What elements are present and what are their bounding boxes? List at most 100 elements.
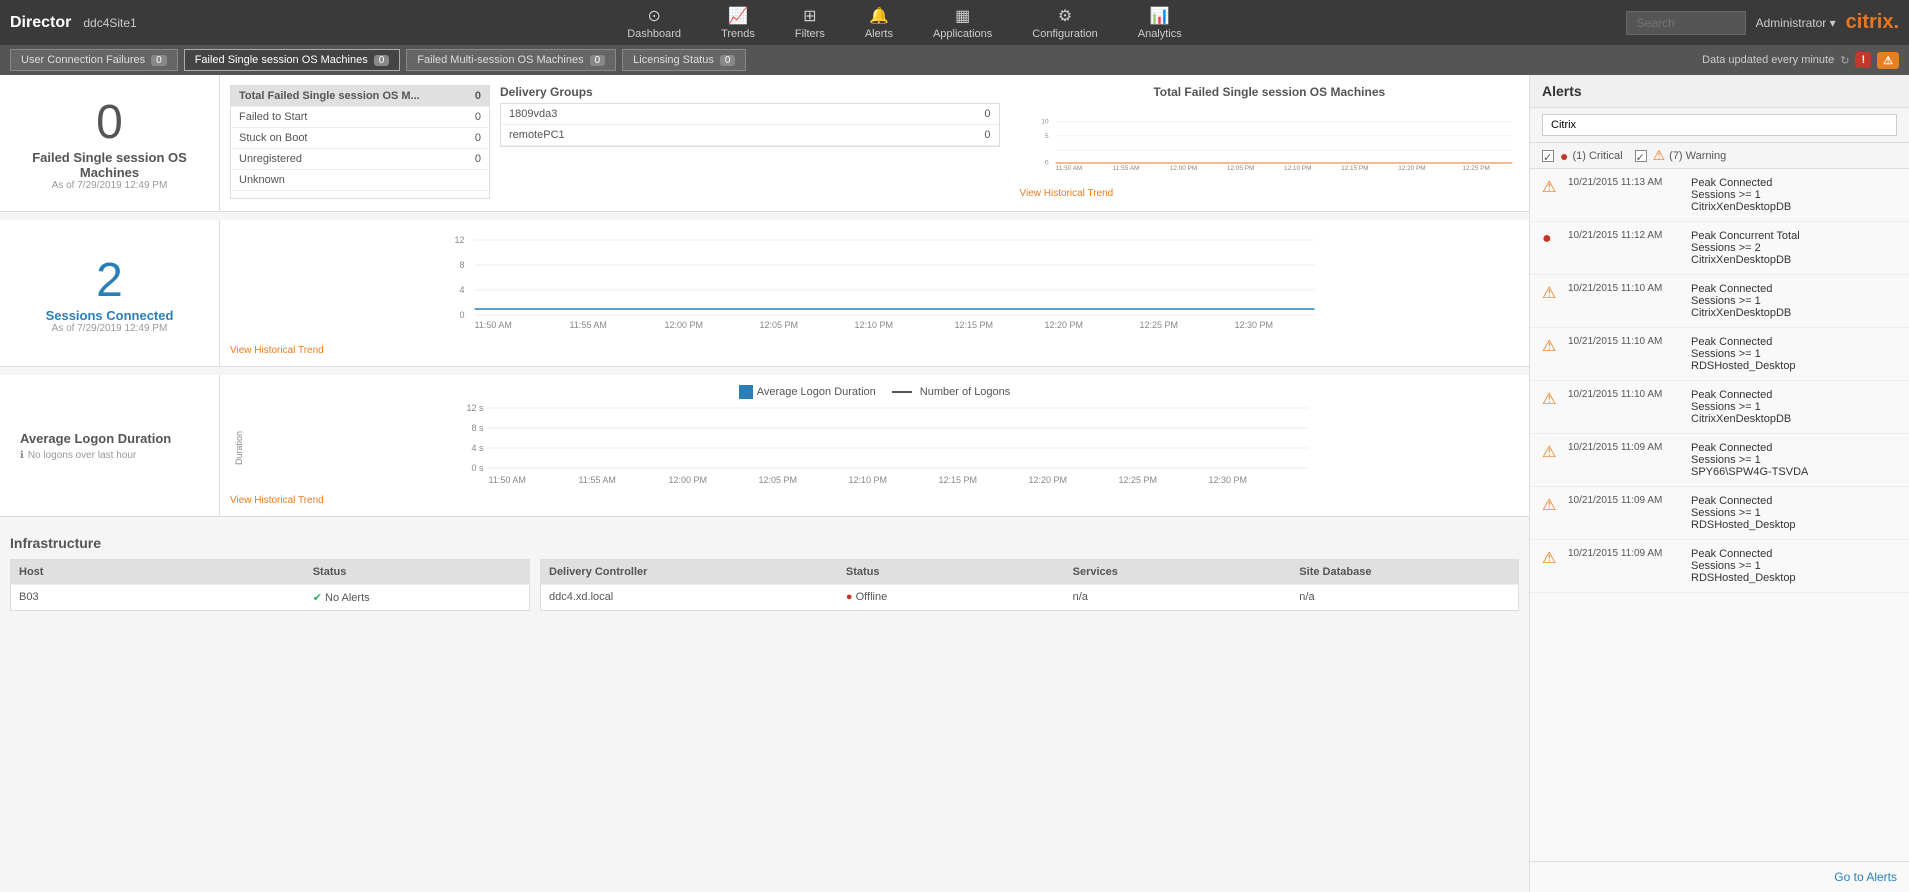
nav-analytics-label: Analytics [1138,28,1182,40]
row-label-3: Unregistered [239,153,475,165]
status-failed-single-label: Failed Single session OS Machines [195,54,368,66]
failed-table-row-4: Unknown [231,170,489,191]
alert-row-6: ⚠ 10/21/2015 11:09 AM Peak ConnectedSess… [1530,434,1909,487]
alert-row-1: ⚠ 10/21/2015 11:13 AM Peak ConnectedSess… [1530,169,1909,222]
delivery-val-2: 0 [984,129,990,141]
status-failed-single[interactable]: Failed Single session OS Machines 0 [184,49,401,71]
admin-menu[interactable]: Administrator ▾ [1756,16,1836,30]
svg-text:12:00 PM: 12:00 PM [1169,165,1196,172]
th-sitedb: Site Database [1291,560,1518,584]
svg-text:5: 5 [1044,133,1048,140]
alert-warning-icon-6: ⚠ [1542,442,1560,462]
alert-warning-icon-8: ⚠ [1542,548,1560,568]
svg-text:11:50 AM: 11:50 AM [1055,165,1082,172]
alert-orange-badge[interactable]: ⚠ [1877,52,1899,69]
svg-text:12:10 PM: 12:10 PM [855,320,894,330]
alert-desc-8: Peak ConnectedSessions >= 1RDSHosted_Des… [1691,548,1796,584]
nav-trends[interactable]: 📈 Trends [703,2,773,44]
row-label-2: Stuck on Boot [239,132,475,144]
alerts-footer: Go to Alerts [1530,861,1909,892]
failed-table-header-val: 0 [475,90,481,102]
dc-services-1: n/a [1065,585,1292,609]
svg-text:12:00 PM: 12:00 PM [669,475,708,485]
host-status-text-1: No Alerts [325,592,370,604]
alerts-filter-input[interactable] [1542,114,1897,136]
failed-view-trend-link[interactable]: View Historical Trend [1020,188,1520,199]
status-licensing[interactable]: Licensing Status 0 [622,49,746,71]
legend-avg: Average Logon Duration [739,385,876,399]
alert-warning-icon-7: ⚠ [1542,495,1560,515]
svg-text:12:25 PM: 12:25 PM [1462,165,1489,172]
alerts-panel: Alerts ✓ ● (1) Critical ✓ ⚠ (7) Warning … [1529,75,1909,892]
alerts-icon: 🔔 [869,6,889,26]
svg-text:11:55 AM: 11:55 AM [1112,165,1139,172]
warning-label: (7) Warning [1669,150,1726,162]
svg-text:12:10 PM: 12:10 PM [849,475,888,485]
alert-time-1: 10/21/2015 11:13 AM [1568,177,1683,188]
status-licensing-count: 0 [720,55,736,66]
status-error-icon: ● [846,591,856,603]
delivery-section: Delivery Groups 1809vda3 0 remotePC1 0 [500,85,1000,199]
svg-text:4 s: 4 s [471,443,484,453]
alerts-list: ⚠ 10/21/2015 11:13 AM Peak ConnectedSess… [1530,169,1909,861]
logon-title: Average Logon Duration [20,431,171,446]
alert-row-2: ● 10/21/2015 11:12 AM Peak Concurrent To… [1530,222,1909,275]
svg-text:8: 8 [459,260,464,270]
alert-desc-2: Peak Concurrent TotalSessions >= 2Citrix… [1691,230,1800,266]
delivery-rows: 1809vda3 0 remotePC1 0 [500,103,1000,147]
delivery-name-2: remotePC1 [509,129,984,141]
logo-area: Director ddc4Site1 [10,14,210,32]
dc-name-1: ddc4.xd.local [541,585,838,609]
alert-red-badge[interactable]: ! [1855,52,1871,68]
alert-time-7: 10/21/2015 11:09 AM [1568,495,1683,506]
critical-icon: ● [1560,148,1568,164]
nav-dashboard[interactable]: ⊙ Dashboard [609,2,699,44]
svg-text:11:50 AM: 11:50 AM [489,475,526,485]
row-val-3: 0 [475,153,481,165]
search-input[interactable] [1626,11,1746,35]
logon-chart-svg: 12 s 8 s 4 s 0 s 11:50 AM 11:55 AM 12:00… [248,403,1519,493]
alert-desc-3: Peak ConnectedSessions >= 1CitrixXenDesk… [1691,283,1791,319]
nav-alerts[interactable]: 🔔 Alerts [847,2,911,44]
logon-legend: Average Logon Duration Number of Logons [230,385,1519,399]
logon-view-trend-link[interactable]: View Historical Trend [230,495,1519,506]
failed-chart-title: Total Failed Single session OS Machines [1020,85,1520,99]
sessions-chart-area: 12 8 4 0 11:50 AM 11:55 AM 12:00 PM 12:0… [220,220,1529,366]
dc-status-text-1: Offline [856,591,888,603]
dc-status-1: ● Offline [838,585,1065,609]
status-user-connections[interactable]: User Connection Failures 0 [10,49,178,71]
goto-alerts-link[interactable]: Go to Alerts [1834,870,1897,884]
nav-configuration[interactable]: ⚙ Configuration [1014,2,1115,44]
refresh-icon[interactable]: ↻ [1840,54,1849,67]
checkbox-critical[interactable]: ✓ [1542,150,1554,162]
checkbox-warning[interactable]: ✓ [1635,150,1647,162]
nav-dashboard-label: Dashboard [627,28,681,40]
th-dcstatus: Status [838,560,1065,584]
logon-chart-area: Average Logon Duration Number of Logons … [220,375,1529,516]
status-failed-multi-label: Failed Multi-session OS Machines [417,54,583,66]
alerts-legend: ✓ ● (1) Critical ✓ ⚠ (7) Warning [1530,143,1909,169]
status-failed-multi[interactable]: Failed Multi-session OS Machines 0 [406,49,616,71]
sessions-title: Sessions Connected [46,308,174,323]
nav-applications-label: Applications [933,28,992,40]
svg-text:0: 0 [459,310,464,320]
row-label-4: Unknown [239,174,481,186]
nav-analytics[interactable]: 📊 Analytics [1120,2,1200,44]
sessions-view-trend-link[interactable]: View Historical Trend [230,345,1519,356]
alert-time-4: 10/21/2015 11:10 AM [1568,336,1683,347]
status-bar: User Connection Failures 0 Failed Single… [0,45,1909,75]
nav-applications[interactable]: ▦ Applications [915,2,1010,44]
svg-text:12:30 PM: 12:30 PM [1235,320,1274,330]
delivery-title: Delivery Groups [500,85,1000,99]
svg-text:0 s: 0 s [471,463,484,473]
alert-row-4: ⚠ 10/21/2015 11:10 AM Peak ConnectedSess… [1530,328,1909,381]
alert-warning-icon-4: ⚠ [1542,336,1560,356]
th-status: Status [305,560,529,584]
left-panel: 0 Failed Single session OS Machines As o… [0,75,1529,892]
nav-filters[interactable]: ⊞ Filters [777,2,843,44]
alert-row-5: ⚠ 10/21/2015 11:10 AM Peak ConnectedSess… [1530,381,1909,434]
failed-table-header-label: Total Failed Single session OS M... [239,90,475,102]
dashboard-icon: ⊙ [647,6,660,26]
status-ok-icon: ✔ [313,592,325,604]
svg-text:0: 0 [1044,159,1048,166]
